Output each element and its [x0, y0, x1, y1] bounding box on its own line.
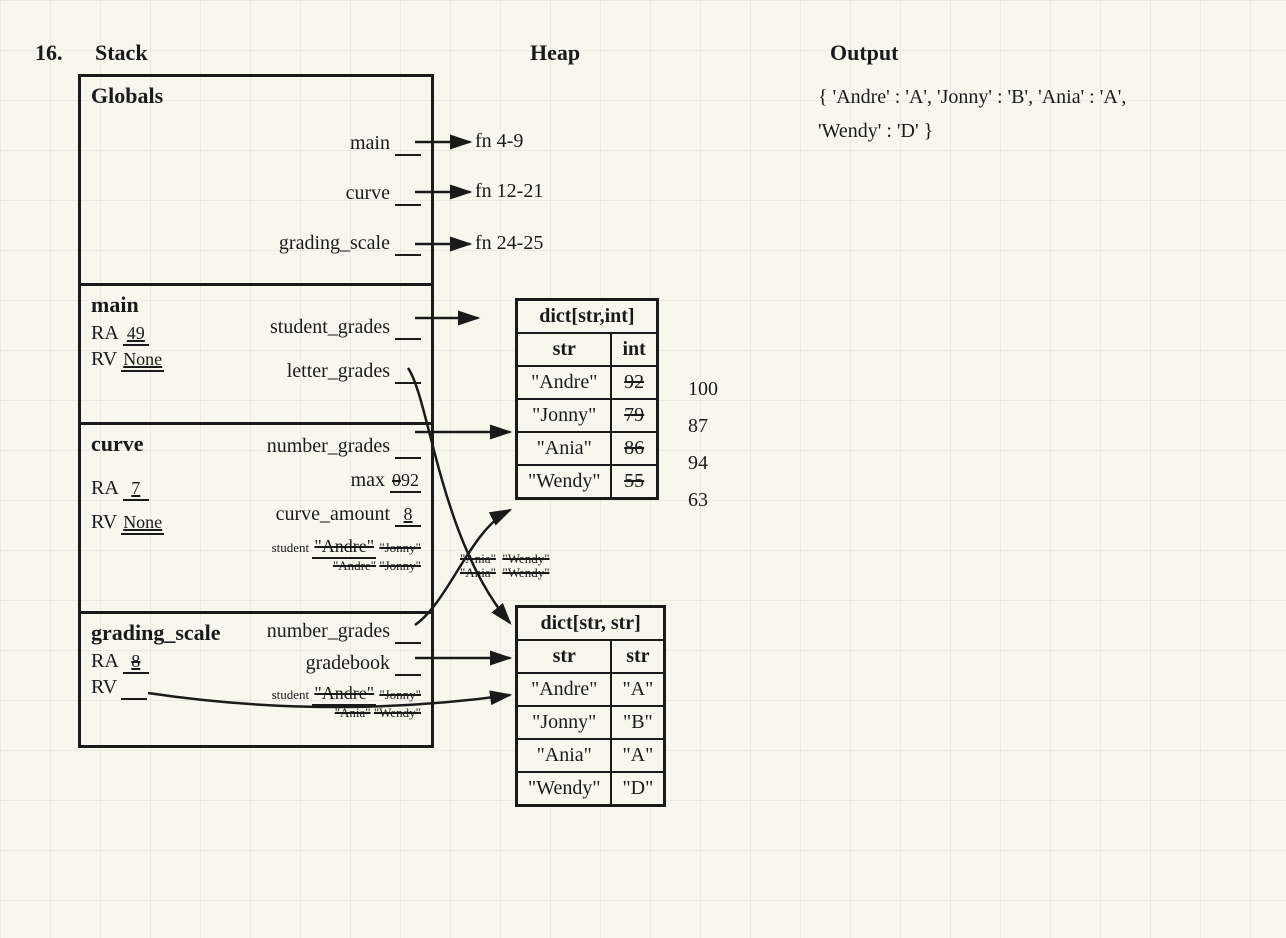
main-var-letter-grades: letter_grades: [287, 360, 390, 382]
main-var-student-grades: student_grades: [270, 316, 390, 338]
fn-label-main: fn 4-9: [475, 130, 523, 153]
heap-dict1: dict[str,int] strint "Andre"92 "Jonny"79…: [515, 298, 659, 500]
gscale-student-loop: student "Andre" "Jonny" "Ania" "Wendy": [267, 684, 421, 720]
dict2-type: dict[str, str]: [517, 607, 665, 641]
output-text: { 'Andre' : 'A', 'Jonny' : 'B', 'Ania' :…: [818, 80, 1268, 148]
curve-var-max: max: [351, 469, 385, 491]
curve-frame: curve RA 7 RV None number_grades max 092…: [81, 422, 431, 611]
output-line-1: { 'Andre' : 'A', 'Jonny' : 'B', 'Ania' :…: [818, 80, 1268, 114]
curve-student-loop: student "Andre" "Jonny" "Andre" "Jonny": [267, 537, 421, 573]
globals-frame: Globals main curve grading_scale: [81, 74, 431, 283]
stack-box: Globals main curve grading_scale main RA…: [78, 74, 434, 748]
globals-var-gscale: grading_scale: [279, 232, 390, 254]
fn-label-gscale: fn 24-25: [475, 232, 543, 255]
main-rv: None: [121, 349, 164, 372]
dict1-new-values: 100 87 94 63: [688, 378, 718, 512]
curve-var-curve-amount: curve_amount: [276, 503, 390, 525]
curve-rv: None: [121, 512, 164, 535]
output-line-2: 'Wendy' : 'D' }: [818, 114, 1268, 148]
output-heading: Output: [830, 40, 898, 66]
heap-dict2: dict[str, str] strstr "Andre""A" "Jonny"…: [515, 605, 666, 807]
fn-label-curve: fn 12-21: [475, 180, 543, 203]
curve-student-loop-extra: "Ania" "Wendy" "Ania" "Wendy": [460, 552, 550, 581]
main-frame: main RA 49 RV None student_grades letter…: [81, 283, 431, 422]
heap-heading: Heap: [530, 40, 580, 66]
main-title: main: [91, 292, 421, 318]
problem-number: 16.: [35, 40, 63, 66]
globals-var-main: main: [350, 132, 390, 154]
main-ra: 49: [123, 323, 149, 346]
gscale-ra: 8: [131, 651, 140, 671]
grading-scale-frame: grading_scale RA 8 RV number_grades grad…: [81, 611, 431, 745]
globals-title: Globals: [91, 83, 421, 109]
stack-heading: Stack: [95, 40, 148, 66]
curve-ra: 7: [123, 478, 149, 501]
dict1-type: dict[str,int]: [517, 300, 658, 334]
globals-var-curve: curve: [346, 182, 390, 204]
curve-var-number-grades: number_grades: [267, 435, 390, 457]
gscale-var-gradebook: gradebook: [306, 652, 390, 674]
gscale-var-number-grades: number_grades: [267, 620, 390, 642]
